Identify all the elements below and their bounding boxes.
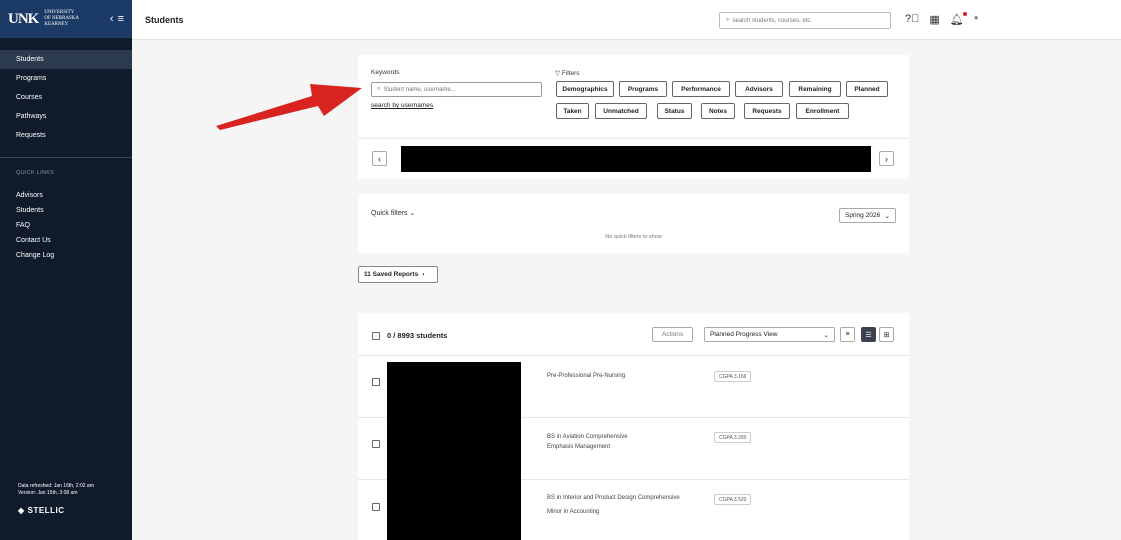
filter-demographics[interactable]: Demographics (556, 81, 614, 97)
help-icon[interactable]: ?⃝ (905, 13, 919, 26)
quick-filters-toggle[interactable]: Quick filters ⌄ (371, 209, 415, 217)
redacted-student-names (387, 362, 521, 540)
filter-unmatched[interactable]: Unmatched (595, 103, 647, 119)
main-nav: Students Programs Courses Pathways Reque… (0, 50, 132, 145)
filter-status[interactable]: Status (657, 103, 692, 119)
quick-link-change-log[interactable]: Change Log (0, 248, 132, 263)
filter-enrollment[interactable]: Enrollment (796, 103, 849, 119)
actions-button[interactable]: Actions (652, 327, 693, 342)
program-name: BS in Aviation Comprehensive Emphasis Ma… (547, 434, 628, 450)
quick-link-advisors[interactable]: Advisors (0, 188, 132, 203)
quick-link-contact-us[interactable]: Contact Us (0, 233, 132, 248)
global-search-input[interactable]: ⌕ search students, courses, etc. (719, 12, 891, 29)
filter-performance[interactable]: Performance (672, 81, 730, 97)
filter-requests[interactable]: Requests (744, 103, 790, 119)
quick-link-faq[interactable]: FAQ (0, 218, 132, 233)
search-card: Keywords ⌕ Student name, username... sea… (358, 55, 909, 137)
grid-view-button[interactable]: ⊞ (879, 327, 894, 342)
data-refreshed-text: Data refreshed: Jan 16th, 2:02 am (18, 483, 94, 489)
term-select[interactable]: Spring 2026 ⌄ (839, 208, 896, 223)
program-name: BS in Interior and Product Design Compre… (547, 495, 680, 515)
chevron-right-icon: › (885, 153, 888, 164)
bell-icon[interactable]: 🔔︎ (950, 12, 967, 26)
header-icons: ?⃝ ▦ 🔔︎ ● (905, 12, 979, 26)
nav-item-students[interactable]: Students (0, 50, 132, 69)
chevron-left-icon: ‹ (378, 153, 381, 164)
filter-remaining[interactable]: Remaining (789, 81, 841, 97)
brand-bar: UNK University of Nebraska Kearney ‹ ≡ (0, 0, 132, 38)
list-icon: ☰ (865, 331, 872, 339)
filter-advisors[interactable]: Advisors (735, 81, 783, 97)
redacted-content (401, 146, 871, 172)
filter-notes[interactable]: Notes (701, 103, 735, 119)
calendar-icon[interactable]: ▦ (929, 13, 939, 26)
nav-item-pathways[interactable]: Pathways (0, 107, 132, 126)
empty-quick-filters-text: No quick filters to show (605, 234, 662, 240)
annotation-arrow-icon (216, 84, 362, 130)
carousel-prev-button[interactable]: ‹ (372, 151, 387, 166)
sort-icon: ≡ (845, 331, 850, 338)
quick-links-title: QUICK LINKS (16, 170, 55, 176)
stellic-logo: ◈ STELLIC (18, 506, 65, 515)
search-by-usernames-link[interactable]: search by usernames (371, 102, 433, 109)
grid-icon: ⊞ (883, 331, 890, 339)
nav-item-programs[interactable]: Programs (0, 69, 132, 88)
chevron-down-icon: ⌄ (409, 210, 416, 217)
carousel-next-button[interactable]: › (879, 151, 894, 166)
chevron-down-icon: ⌄ (884, 212, 890, 220)
quick-links: Advisors Students FAQ Contact Us Change … (0, 188, 132, 263)
row-checkbox[interactable] (372, 440, 380, 448)
version-text: Version: Jan 15th, 3:08 am (18, 490, 78, 496)
stellic-diamond-icon: ◈ (18, 506, 25, 515)
filters-label: ▽ Filters (555, 70, 580, 77)
sort-button[interactable]: ≡ (840, 327, 855, 342)
row-checkbox[interactable] (372, 378, 380, 386)
students-list-card: 0 / 8993 students Actions Planned Progre… (358, 313, 909, 540)
filter-planned[interactable]: Planned (846, 81, 888, 97)
search-icon: ⌕ (377, 86, 381, 92)
chevron-down-icon: ⌄ (823, 331, 829, 339)
program-name: Pre-Professional Pre-Nursing (547, 373, 626, 379)
nav-item-requests[interactable]: Requests (0, 126, 132, 145)
user-avatar-icon[interactable]: ● (974, 13, 979, 26)
saved-reports-button[interactable]: 11 Saved Reports › (358, 266, 438, 283)
filter-programs[interactable]: Programs (619, 81, 667, 97)
select-all-checkbox[interactable] (372, 332, 380, 340)
hamburger-icon[interactable]: ≡ (118, 13, 124, 25)
row-divider (358, 355, 909, 356)
chevron-right-icon: › (422, 271, 425, 278)
quick-filters-card: Quick filters ⌄ Spring 2026 ⌄ No quick f… (358, 194, 909, 253)
sidebar: UNK University of Nebraska Kearney ‹ ≡ S… (0, 0, 132, 540)
cgpa-badge: CGPA 3.260 (714, 432, 752, 443)
row-checkbox[interactable] (372, 503, 380, 511)
student-count: 0 / 8993 students (387, 331, 448, 340)
page-title: Students (145, 14, 184, 25)
keywords-label: Keywords (371, 69, 400, 76)
cgpa-badge: CGPA 3.520 (714, 494, 752, 505)
data-refresh-info: Data refreshed: Jan 16th, 2:02 am Versio… (18, 483, 94, 497)
quick-link-students[interactable]: Students (0, 203, 132, 218)
search-icon: ⌕ (726, 17, 730, 23)
list-view-button[interactable]: ☰ (861, 327, 876, 342)
chevron-left-icon[interactable]: ‹ (110, 13, 114, 25)
sidebar-divider (0, 157, 132, 158)
keyword-search-input[interactable]: ⌕ Student name, username... (371, 82, 542, 97)
nav-item-courses[interactable]: Courses (0, 88, 132, 107)
filter-taken[interactable]: Taken (556, 103, 589, 119)
logo-subtitle: University of Nebraska Kearney (44, 10, 79, 27)
cgpa-badge: CGPA 3.166 (714, 371, 752, 382)
unk-logo[interactable]: UNK (8, 11, 39, 28)
filter-icon: ▽ (555, 70, 560, 77)
view-select[interactable]: Planned Progress View ⌄ (704, 327, 835, 342)
carousel-card: ‹ › (358, 138, 909, 179)
